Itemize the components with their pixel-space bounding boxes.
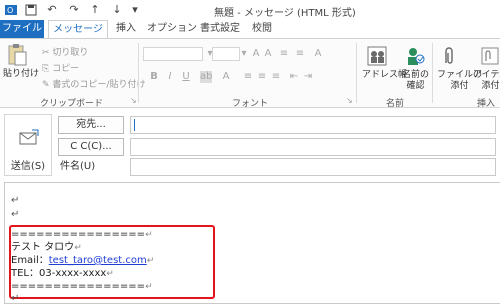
paragraph-mark: ↵ bbox=[11, 195, 20, 206]
message-body[interactable]: ↵ ↵ ================↵ テスト タロウ↵ Email：tes… bbox=[4, 182, 500, 304]
paragraph-mark: ↵ bbox=[74, 243, 82, 253]
brush-icon: ✎ bbox=[42, 80, 50, 90]
signature-separator-bottom: ================↵ bbox=[11, 281, 153, 293]
numbering-icon[interactable]: ≡ bbox=[294, 48, 306, 60]
align-left-icon[interactable]: ≡ bbox=[242, 71, 254, 83]
separator-text: ================ bbox=[11, 229, 146, 240]
address-book-button[interactable]: アドレス帳 bbox=[362, 70, 407, 81]
font-name-select[interactable] bbox=[143, 47, 203, 61]
italic-icon[interactable]: I bbox=[164, 71, 176, 83]
format-painter-button[interactable]: ✎ 書式のコピー/貼り付け bbox=[42, 77, 145, 90]
clipboard-launcher-icon[interactable]: ↘ bbox=[130, 96, 137, 105]
ribbon-tabs: ファイル メッセージ 挿入 オプション 書式設定 校閲 bbox=[0, 20, 500, 39]
send-label: 送信(S) bbox=[10, 161, 46, 172]
ribbon-divider bbox=[432, 43, 433, 103]
align-center-icon[interactable]: ≡ bbox=[256, 71, 268, 83]
paragraph-mark: ↵ bbox=[11, 209, 20, 220]
message-header: 送信(S) 宛先... C C(C)... 件名(U) bbox=[0, 110, 500, 180]
font-launcher-icon[interactable]: ↘ bbox=[346, 96, 353, 105]
to-button[interactable]: 宛先... bbox=[58, 116, 124, 134]
tab-insert[interactable]: 挿入 bbox=[110, 20, 142, 38]
increase-indent-icon[interactable]: ⇥ bbox=[302, 71, 314, 83]
cc-button[interactable]: C C(C)... bbox=[58, 138, 124, 156]
email-link[interactable]: test_taro@test.com bbox=[49, 255, 147, 266]
tab-options[interactable]: オプション bbox=[146, 20, 198, 38]
separator-text: ================ bbox=[11, 281, 146, 292]
insert-group-label: 挿入 bbox=[477, 99, 496, 109]
address-book-icon[interactable] bbox=[366, 45, 388, 67]
underline-icon[interactable]: U bbox=[180, 71, 192, 83]
copy-label: コピー bbox=[52, 64, 80, 74]
up-arrow-icon[interactable]: ↑ bbox=[88, 3, 102, 17]
signature-email: Email：test_taro@test.com↵ bbox=[11, 255, 154, 267]
font-group-label: フォント bbox=[232, 99, 269, 109]
grow-font-icon[interactable]: A bbox=[250, 48, 262, 60]
paragraph-mark: ↵ bbox=[145, 230, 153, 240]
paragraph-mark: ↵ bbox=[145, 282, 153, 292]
check-names-button[interactable]: 名前の 確認 bbox=[402, 70, 429, 92]
ribbon: 貼り付け ✂ 切り取り ⎘ コピー ✎ 書式のコピー/貼り付け クリップボード … bbox=[0, 38, 500, 109]
scissors-icon: ✂ bbox=[42, 48, 50, 58]
attach-item-button[interactable]: アイテム 添付 bbox=[473, 70, 500, 92]
signature-separator-top: ================↵ bbox=[11, 229, 153, 241]
paragraph-mark: ↵ bbox=[106, 269, 114, 279]
paragraph-mark: ↵ bbox=[146, 256, 155, 266]
save-icon[interactable] bbox=[24, 3, 38, 17]
window-title: 無題 - メッセージ (HTML 形式) bbox=[214, 8, 356, 19]
title-bar: O ↶ ↷ ↑ ↓ ▾ 無題 - メッセージ (HTML 形式) bbox=[0, 0, 500, 20]
paperclip-icon[interactable] bbox=[442, 45, 456, 67]
paste-button[interactable]: 貼り付け bbox=[3, 69, 39, 80]
svg-text:O: O bbox=[7, 6, 13, 15]
align-right-icon[interactable]: ≡ bbox=[270, 71, 282, 83]
tab-format[interactable]: 書式設定 bbox=[198, 20, 242, 38]
down-arrow-icon[interactable]: ↓ bbox=[110, 3, 124, 17]
check-names-icon[interactable] bbox=[404, 45, 426, 67]
bold-icon[interactable]: B bbox=[148, 71, 160, 83]
decrease-indent-icon[interactable]: ⇤ bbox=[288, 71, 300, 83]
highlight-icon[interactable]: ab bbox=[200, 71, 212, 83]
copy-icon: ⎘ bbox=[42, 64, 50, 74]
tab-file[interactable]: ファイル bbox=[0, 20, 44, 38]
tab-review[interactable]: 校閲 bbox=[248, 20, 276, 38]
names-group-label: 名前 bbox=[386, 99, 405, 109]
bullets-icon[interactable]: ≡ bbox=[278, 48, 290, 60]
paste-icon[interactable] bbox=[6, 43, 28, 67]
clear-format-icon[interactable]: A bbox=[312, 48, 324, 60]
attach-item-icon[interactable] bbox=[480, 45, 500, 67]
font-size-dropdown-icon[interactable]: ▾ bbox=[238, 48, 250, 60]
undo-icon[interactable]: ↶ bbox=[45, 3, 59, 17]
signature-name-text: テスト タロウ bbox=[11, 242, 75, 253]
shrink-font-icon[interactable]: A bbox=[262, 48, 274, 60]
to-field[interactable] bbox=[130, 116, 496, 134]
outlook-app-icon: O bbox=[4, 3, 18, 17]
subject-label: 件名(U) bbox=[60, 161, 96, 172]
redo-icon[interactable]: ↷ bbox=[67, 3, 81, 17]
signature-tel: TEL：03-xxxx-xxxx↵ bbox=[11, 268, 114, 280]
tab-message[interactable]: メッセージ bbox=[48, 20, 108, 39]
ribbon-divider bbox=[138, 43, 139, 103]
copy-button[interactable]: ⎘ コピー bbox=[42, 61, 79, 74]
font-color-icon[interactable]: A bbox=[220, 71, 232, 83]
cut-label: 切り取り bbox=[52, 48, 89, 58]
send-button[interactable]: 送信(S) bbox=[4, 114, 52, 176]
send-envelope-icon bbox=[18, 127, 40, 149]
customize-qat-icon[interactable]: ▾ bbox=[128, 3, 142, 17]
text-cursor bbox=[134, 119, 135, 131]
clipboard-group-label: クリップボード bbox=[40, 99, 104, 109]
subject-field[interactable] bbox=[130, 158, 496, 176]
format-painter-label: 書式のコピー/貼り付け bbox=[52, 80, 146, 90]
cut-button[interactable]: ✂ 切り取り bbox=[42, 45, 88, 58]
paragraph-mark: ↵ bbox=[11, 293, 20, 304]
ribbon-divider bbox=[356, 43, 357, 103]
email-label: Email： bbox=[11, 255, 49, 266]
signature-name: テスト タロウ↵ bbox=[11, 242, 82, 254]
tel-text: TEL：03-xxxx-xxxx bbox=[11, 268, 107, 279]
cc-field[interactable] bbox=[130, 138, 496, 156]
font-size-select[interactable] bbox=[212, 47, 240, 61]
